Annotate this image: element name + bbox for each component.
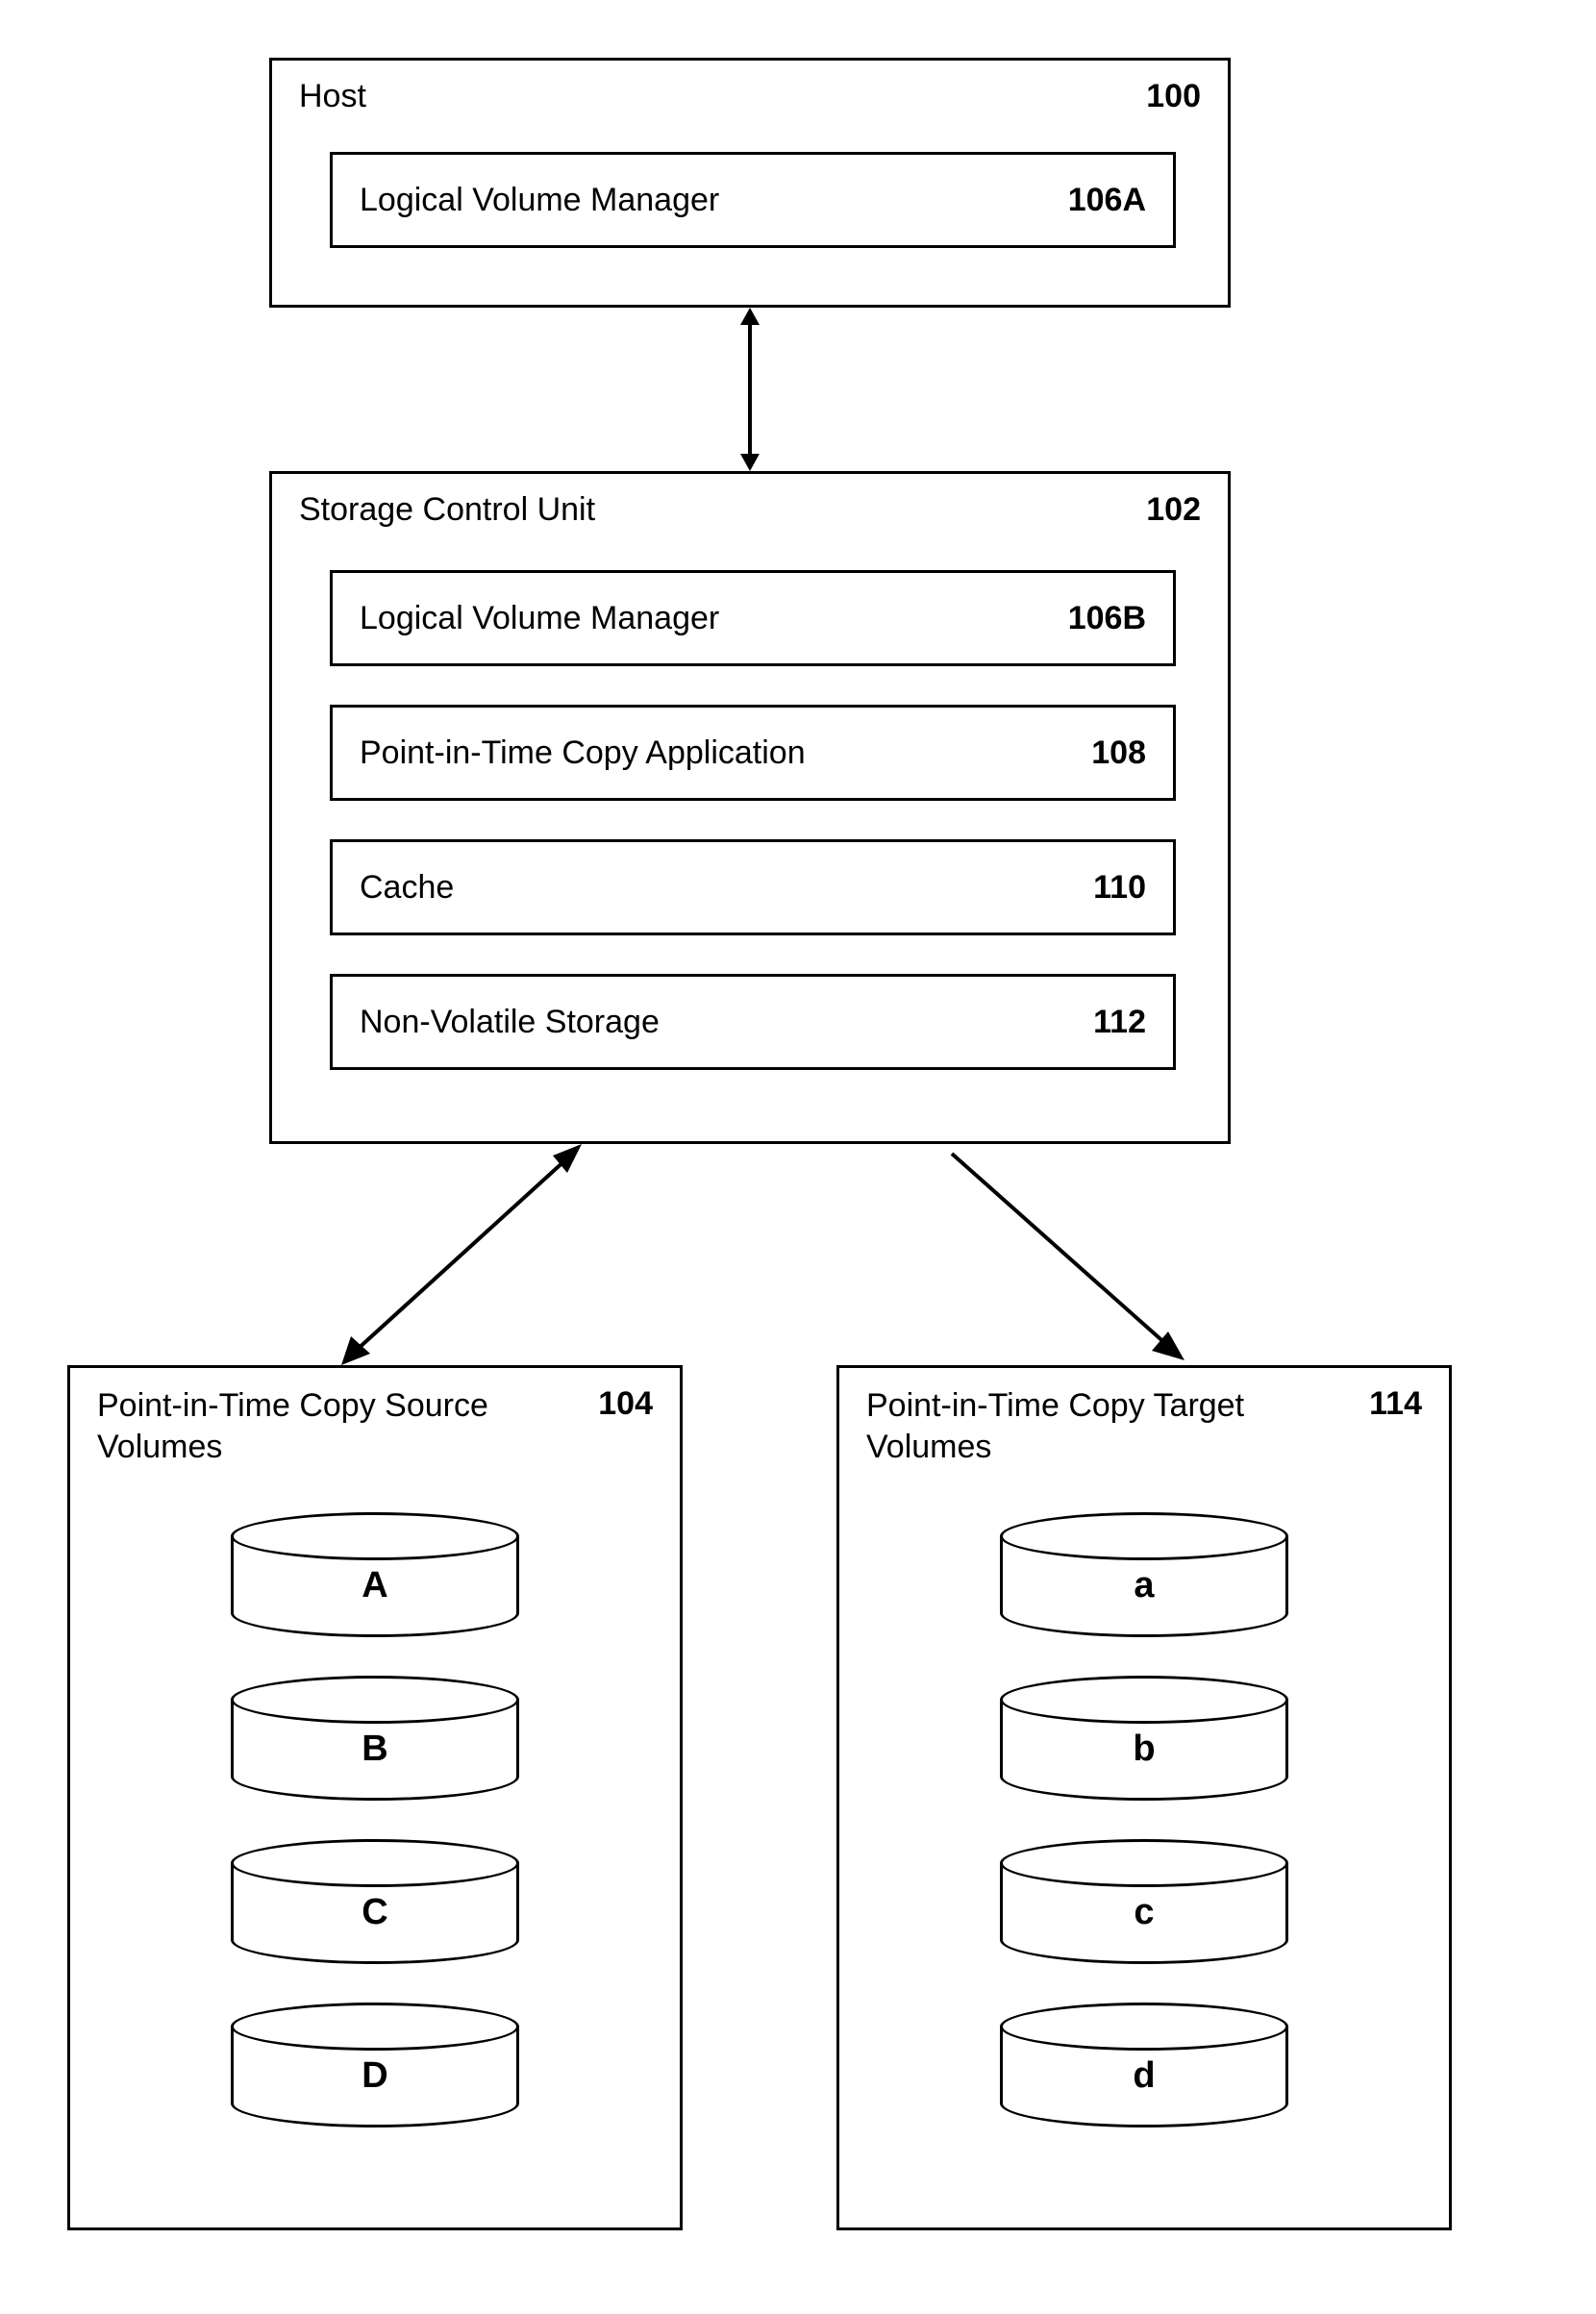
scu-nvs-label: Non-Volatile Storage [360,1004,660,1041]
target-title: Point-in-Time Copy Target Volumes [866,1385,1284,1467]
scu-pit-label: Point-in-Time Copy Application [360,734,806,772]
host-lvm-number: 106A [1068,182,1146,219]
host-title: Host [299,78,366,115]
host-lvm-label: Logical Volume Manager [360,182,719,219]
cylinder-label: B [231,1729,519,1770]
scu-lvm-number: 106B [1068,600,1146,637]
cylinder-label: b [1000,1729,1288,1770]
source-title: Point-in-Time Copy Source Volumes [97,1385,514,1467]
scu-lvm-box: Logical Volume Manager 106B [330,570,1176,666]
scu-nvs-box: Non-Volatile Storage 112 [330,974,1176,1070]
cylinder: c [1000,1839,1288,1964]
cylinder-label: D [231,2055,519,2097]
cylinder-label: C [231,1892,519,1933]
scu-header: Storage Control Unit 102 [272,474,1228,538]
target-cylinder-stack: a b c d [1000,1512,1288,2127]
target-number: 114 [1369,1385,1422,1423]
cylinder: a [1000,1512,1288,1637]
target-header: Point-in-Time Copy Target Volumes 114 [839,1368,1449,1477]
host-header: Host 100 [272,61,1228,125]
connector-scu-source [337,1144,586,1375]
scu-box: Storage Control Unit 102 Logical Volume … [269,471,1231,1144]
scu-title: Storage Control Unit [299,491,595,529]
cylinder: b [1000,1676,1288,1801]
source-header: Point-in-Time Copy Source Volumes 104 [70,1368,680,1477]
host-box: Host 100 Logical Volume Manager 106A [269,58,1231,308]
source-cylinder-stack: A B C D [231,1512,519,2127]
scu-cache-box: Cache 110 [330,839,1176,935]
scu-cache-label: Cache [360,869,454,907]
connector-scu-target [942,1144,1192,1375]
scu-pit-number: 108 [1091,734,1146,772]
target-volumes-box: Point-in-Time Copy Target Volumes 114 a … [836,1365,1452,2230]
source-number: 104 [598,1385,653,1423]
connector-host-scu [740,308,760,471]
cylinder: D [231,2003,519,2127]
scu-cache-number: 110 [1093,869,1146,907]
cylinder: C [231,1839,519,1964]
cylinder-label: A [231,1565,519,1606]
source-volumes-box: Point-in-Time Copy Source Volumes 104 A … [67,1365,683,2230]
host-lvm-box: Logical Volume Manager 106A [330,152,1176,248]
cylinder-label: a [1000,1565,1288,1606]
host-number: 100 [1146,78,1201,115]
cylinder: d [1000,2003,1288,2127]
scu-number: 102 [1146,491,1201,529]
cylinder: A [231,1512,519,1637]
scu-nvs-number: 112 [1093,1004,1146,1041]
scu-lvm-label: Logical Volume Manager [360,600,719,637]
cylinder-label: d [1000,2055,1288,2097]
scu-pit-box: Point-in-Time Copy Application 108 [330,705,1176,801]
cylinder: B [231,1676,519,1801]
cylinder-label: c [1000,1892,1288,1933]
